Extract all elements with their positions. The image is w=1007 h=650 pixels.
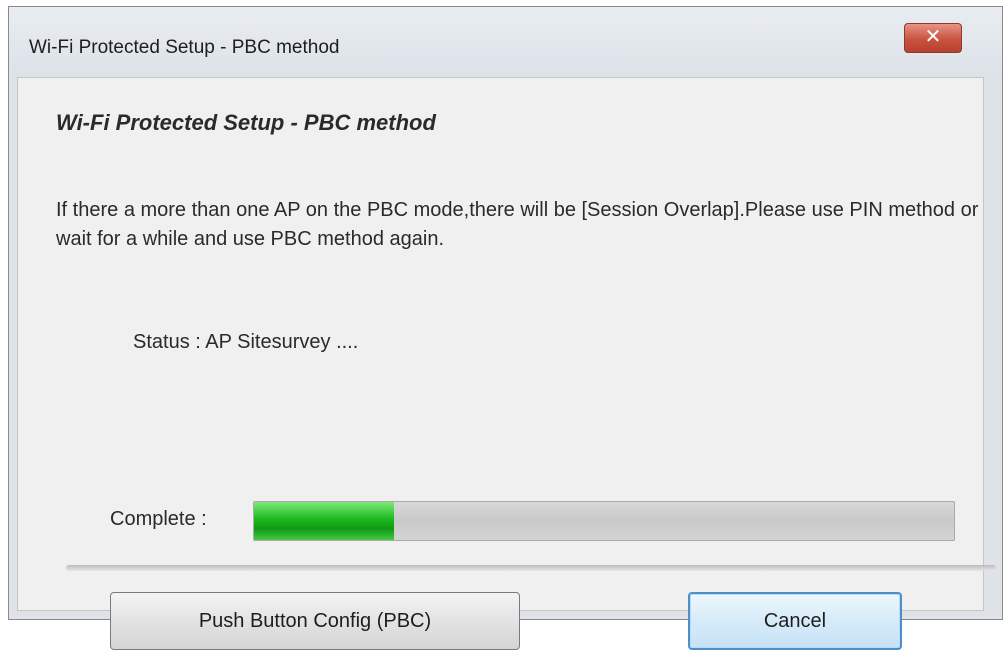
window-title: Wi-Fi Protected Setup - PBC method [29, 37, 340, 58]
divider [66, 565, 996, 571]
progress-fill [254, 502, 394, 540]
title-bar[interactable]: Wi-Fi Protected Setup - PBC method ✕ [9, 7, 1002, 77]
cancel-button[interactable]: Cancel [688, 592, 902, 650]
pbc-dialog: Wi-Fi Protected Setup - PBC method ✕ Wi-… [8, 6, 1003, 650]
complete-label: Complete : [110, 508, 207, 530]
description-text: If there a more than one AP on the PBC m… [56, 199, 979, 250]
push-button-config-button[interactable]: Push Button Config (PBC) [110, 592, 520, 650]
content-panel: Wi-Fi Protected Setup - PBC method If th… [17, 77, 996, 650]
status-text: Status : AP Sitesurvey .... [133, 331, 359, 353]
close-button[interactable]: ✕ [904, 23, 962, 53]
progress-bar [253, 501, 955, 541]
close-icon: ✕ [924, 26, 942, 48]
page-title: Wi-Fi Protected Setup - PBC method [56, 110, 436, 135]
